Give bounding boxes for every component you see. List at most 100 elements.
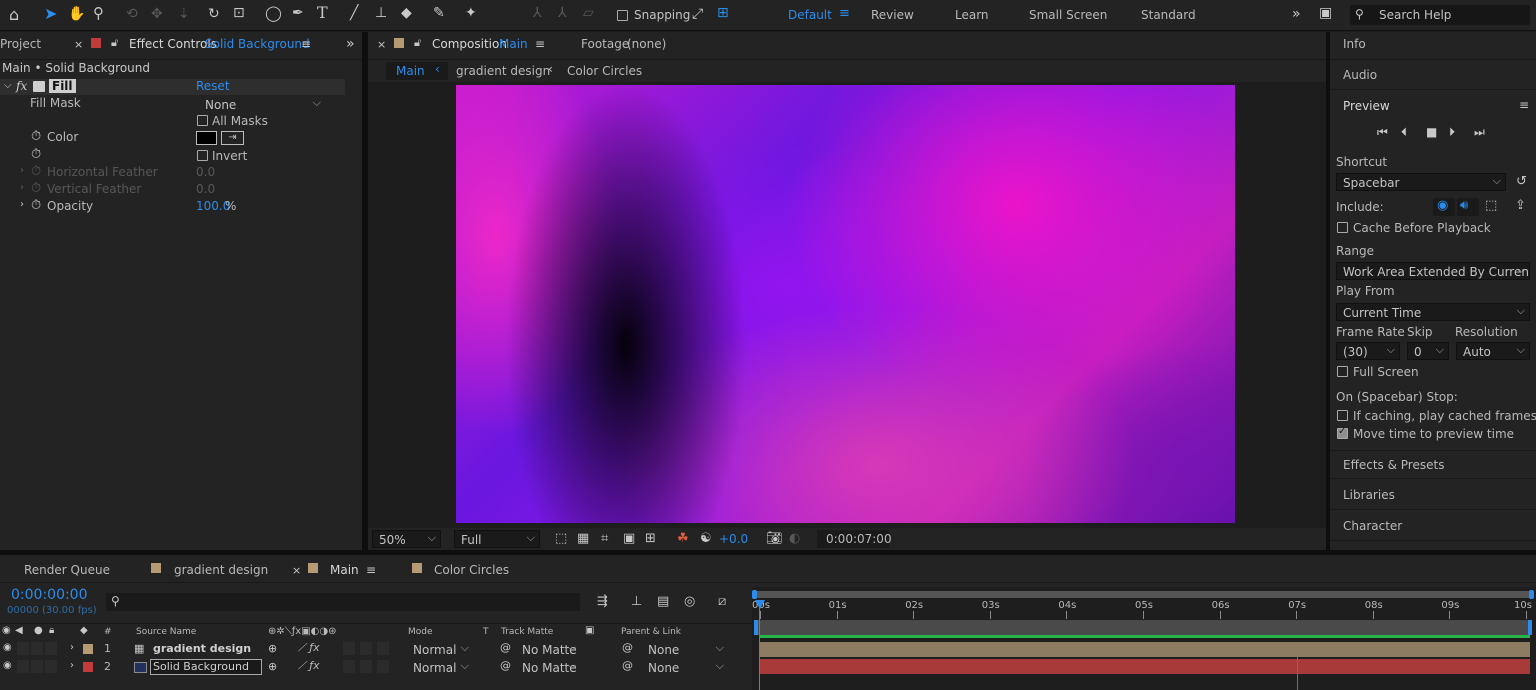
layer-label-color[interactable]: [83, 644, 93, 654]
fx-icon[interactable]: fx: [16, 79, 27, 93]
type-tool-icon[interactable]: T: [317, 5, 328, 21]
work-area-end[interactable]: [1528, 620, 1532, 635]
work-area-start[interactable]: [754, 620, 758, 635]
fx-switch[interactable]: ⟋ ƒx: [298, 659, 320, 673]
chevron-right-icon[interactable]: ›: [20, 200, 24, 210]
frame-rate-dropdown[interactable]: (30): [1336, 342, 1400, 360]
axis-local-icon[interactable]: ⅄: [533, 6, 542, 20]
panel-menu-icon[interactable]: ≡: [1519, 99, 1529, 111]
invert-checkbox[interactable]: [197, 150, 208, 161]
lock-icon[interactable]: 🔓︎: [414, 37, 421, 48]
speaker-icon[interactable]: 🔊︎: [1460, 199, 1468, 212]
chevron-right-icon[interactable]: ›: [70, 661, 74, 671]
effects-presets-tab[interactable]: Effects & Presets: [1343, 458, 1444, 472]
roto-brush-icon[interactable]: ✎: [433, 6, 445, 20]
track-matte-dropdown[interactable]: No Matte: [515, 640, 581, 658]
label-tag-icon[interactable]: ◆: [80, 626, 88, 636]
layer-label-color[interactable]: [83, 662, 93, 672]
parent-pickwhip-icon[interactable]: @: [622, 642, 633, 653]
preview-tab[interactable]: Preview: [1343, 99, 1390, 113]
pan-behind-tool-icon[interactable]: ⊡: [233, 6, 245, 20]
close-tab-icon[interactable]: ×: [292, 565, 301, 576]
reset-icon[interactable]: ↺: [1516, 175, 1527, 188]
matte-toggle-icon[interactable]: ▣: [585, 626, 594, 636]
workspace-menu-icon[interactable]: ≡: [839, 7, 850, 20]
stop-icon[interactable]: ■: [1426, 126, 1437, 138]
speaker-icon[interactable]: ◀: [15, 626, 23, 636]
layer-row[interactable]: ◉ › 2 Solid Background ⊕ ⟋ ƒx Normal @ N…: [0, 658, 752, 676]
tab-color-circles[interactable]: Color Circles: [434, 563, 509, 577]
workspace-small-screen[interactable]: Small Screen: [1029, 8, 1107, 22]
tab-main[interactable]: Main: [330, 563, 359, 577]
pen-tool-icon[interactable]: ✒: [292, 6, 304, 20]
source-name-header[interactable]: Source Name: [136, 627, 196, 637]
track-matte-dropdown[interactable]: No Matte: [515, 658, 581, 676]
composition-target[interactable]: Main: [499, 37, 528, 51]
axis-world-icon[interactable]: ⅄: [558, 6, 567, 20]
brush-tool-icon[interactable]: ╱: [350, 6, 358, 20]
resolution-dropdown[interactable]: Auto: [1456, 342, 1530, 360]
panel-menu-icon[interactable]: ≡: [301, 38, 311, 50]
zoom-tool-icon[interactable]: ⚲: [93, 6, 104, 21]
horizontal-feather-value[interactable]: 0.0: [196, 165, 215, 179]
chevron-right-icon[interactable]: ›: [20, 183, 24, 193]
hide-shy-layers-icon[interactable]: ▤: [657, 595, 669, 608]
solo-icon[interactable]: ●: [34, 626, 43, 636]
workspace-toggle-icon[interactable]: ▣: [1319, 6, 1332, 20]
layer-bar[interactable]: [760, 642, 1530, 657]
move-time-checkbox[interactable]: [1337, 426, 1348, 439]
home-icon[interactable]: ⌂: [9, 7, 19, 23]
panel-menu-icon[interactable]: ≡: [535, 38, 545, 50]
matte-pickwhip-icon[interactable]: @: [500, 642, 511, 653]
audio-section[interactable]: Audio: [1330, 62, 1536, 90]
workspace-default[interactable]: Default: [788, 8, 832, 22]
range-dropdown[interactable]: Work Area Extended By Current...: [1336, 262, 1530, 280]
parent-pickwhip-icon[interactable]: @: [622, 660, 633, 671]
timeline-track-area[interactable]: 00s 01s 02s 03s 04s 05s 06s 07s 08s 09s 10s: [752, 587, 1536, 690]
layer-name[interactable]: gradient design: [153, 642, 251, 655]
snap-edge-icon[interactable]: ⤢: [692, 7, 703, 21]
stopwatch-icon[interactable]: ⏱: [31, 130, 41, 143]
mode-dropdown[interactable]: Normal: [406, 640, 474, 658]
tab-footage[interactable]: Footage: [581, 37, 629, 51]
motion-blur-icon[interactable]: ◎: [684, 595, 695, 608]
tab-project[interactable]: Project: [0, 37, 41, 51]
all-masks-checkbox[interactable]: [197, 115, 208, 126]
channels-icon[interactable]: ☘: [677, 532, 689, 545]
lock-icon[interactable]: 🔓︎: [111, 37, 118, 48]
snap-grid-icon[interactable]: ⊞: [717, 6, 729, 20]
first-frame-icon[interactable]: ⏮: [1377, 126, 1388, 138]
ellipse-tool-icon[interactable]: ◯: [265, 6, 282, 21]
search-help-field[interactable]: ⚲ Search Help: [1350, 5, 1530, 25]
navigator-end-handle[interactable]: [1529, 590, 1534, 599]
more-workspaces-icon[interactable]: »: [1292, 7, 1301, 21]
tab-gradient-design[interactable]: gradient design: [174, 563, 268, 577]
tab-effect-controls[interactable]: Effect Controls: [129, 37, 217, 51]
close-tab-icon[interactable]: ×: [377, 39, 386, 50]
work-area-bar[interactable]: [754, 620, 1532, 635]
transparency-grid-icon[interactable]: ▦: [577, 532, 589, 545]
effects-presets-section[interactable]: Effects & Presets: [1330, 450, 1536, 479]
chevron-down-icon[interactable]: ⌵: [4, 81, 12, 91]
parent-dropdown[interactable]: None: [641, 658, 729, 676]
pan-camera-icon[interactable]: ✥: [151, 7, 163, 21]
fx-switch[interactable]: ⟋ ƒx: [298, 641, 320, 655]
workspace-learn[interactable]: Learn: [955, 8, 989, 22]
reset-link[interactable]: Reset: [196, 79, 230, 93]
hand-tool-icon[interactable]: ✋: [68, 7, 85, 21]
chevron-right-icon[interactable]: ›: [20, 166, 24, 176]
time-ruler[interactable]: 00s 01s 02s 03s 04s 05s 06s 07s 08s 09s 10s: [752, 599, 1536, 619]
region-of-interest-icon[interactable]: ⬚: [555, 532, 567, 545]
breadcrumb-gradient-design[interactable]: gradient design: [456, 64, 550, 78]
graph-editor-icon[interactable]: ⧄: [718, 595, 726, 608]
snapshot-camera-icon[interactable]: 📷︎: [766, 532, 783, 545]
fill-mask-dropdown[interactable]: None: [198, 95, 326, 113]
previous-frame-icon[interactable]: ⏴: [1401, 126, 1407, 138]
guides-icon[interactable]: ▣: [623, 532, 635, 545]
snapping-checkbox[interactable]: [617, 10, 628, 21]
character-section[interactable]: Character: [1330, 512, 1536, 541]
breadcrumb-main[interactable]: Main: [396, 64, 425, 78]
full-screen-checkbox[interactable]: [1337, 366, 1348, 377]
eye-icon[interactable]: ◉: [1437, 199, 1448, 212]
shortcut-dropdown[interactable]: Spacebar: [1336, 173, 1506, 191]
